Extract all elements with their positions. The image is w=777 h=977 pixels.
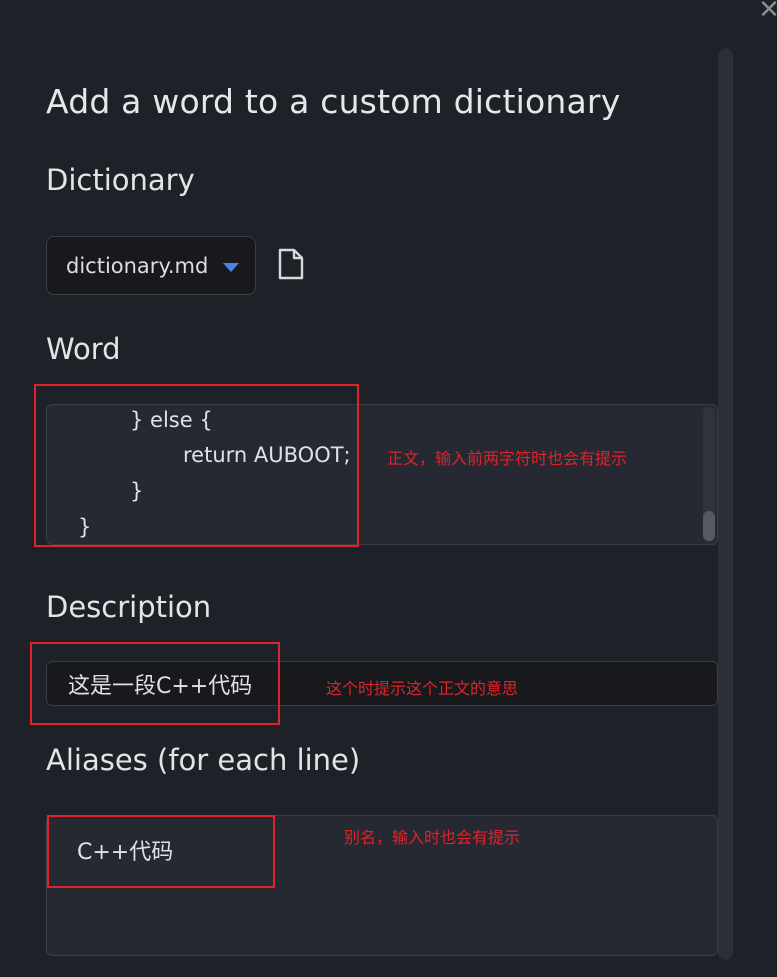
word-heading: Word (46, 332, 121, 366)
chevron-down-icon (223, 263, 239, 272)
page-scrollbar[interactable] (718, 48, 733, 960)
file-icon[interactable] (277, 248, 305, 280)
dictionary-select-value: dictionary.md (66, 253, 209, 278)
description-heading: Description (46, 590, 212, 624)
description-annotation: 这个时提示这个正文的意思 (326, 679, 519, 698)
word-scrollbar-thumb[interactable] (703, 511, 715, 541)
description-highlight-box (30, 642, 280, 725)
alias-annotation: 别名，输入时也会有提示 (344, 828, 521, 847)
word-annotation: 正文，输入前两字符时也会有提示 (387, 449, 628, 468)
word-highlight-box (34, 384, 359, 547)
dictionary-heading: Dictionary (46, 163, 195, 197)
aliases-heading: Aliases (for each line) (46, 743, 361, 777)
alias-highlight-box (47, 815, 275, 888)
close-icon[interactable]: ✕ (755, 0, 777, 24)
dictionary-select[interactable]: dictionary.md (46, 236, 256, 295)
page-title: Add a word to a custom dictionary (46, 82, 621, 121)
